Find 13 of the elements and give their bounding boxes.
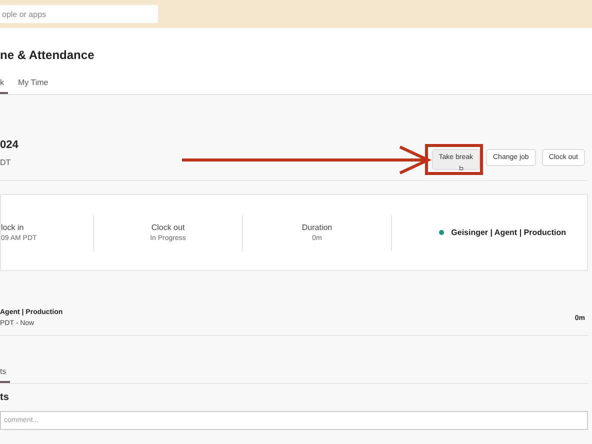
tab[interactable]: My Time bbox=[18, 78, 48, 94]
column-label: Clock out bbox=[151, 223, 185, 232]
search-field[interactable]: ople or apps bbox=[0, 5, 158, 23]
column-label: Duration bbox=[302, 223, 332, 232]
time-zone: DT bbox=[0, 158, 12, 166]
column-label: lock in bbox=[1, 223, 24, 232]
tab[interactable]: ts bbox=[0, 367, 10, 383]
tab[interactable]: k bbox=[0, 78, 8, 94]
status-dot bbox=[439, 230, 444, 235]
shift-date: 024 bbox=[0, 138, 18, 150]
comments-heading: ts bbox=[0, 392, 10, 403]
page-title: ne & Attendance bbox=[0, 48, 96, 62]
job-name: Geisinger | Agent | Production bbox=[451, 228, 566, 237]
